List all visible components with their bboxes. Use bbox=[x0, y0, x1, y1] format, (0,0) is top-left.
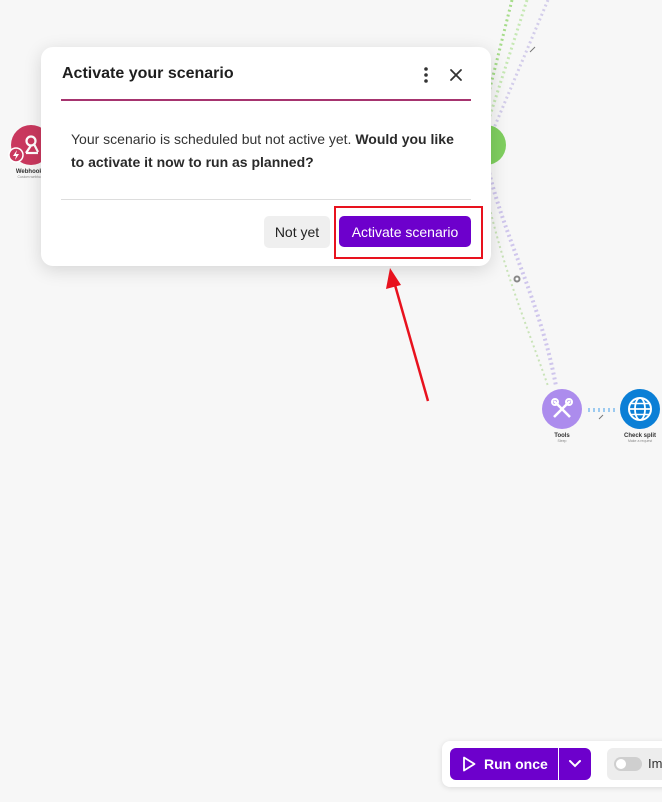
annotation-highlight-box bbox=[334, 206, 483, 259]
http-module-circle[interactable] bbox=[620, 389, 660, 429]
vertical-ellipsis-icon[interactable] bbox=[418, 66, 434, 84]
play-icon bbox=[462, 756, 476, 772]
dialog-divider bbox=[61, 199, 471, 200]
dialog-message-text: Your scenario is scheduled but not activ… bbox=[71, 131, 356, 147]
module-subtitle: Sleep bbox=[557, 439, 567, 443]
run-once-button[interactable]: Run once bbox=[450, 748, 558, 780]
dialog-title: Activate your scenario bbox=[62, 65, 234, 82]
immediately-label: Im bbox=[648, 756, 662, 771]
instant-trigger-icon bbox=[8, 147, 24, 163]
tools-icon bbox=[551, 398, 573, 418]
not-yet-button[interactable]: Not yet bbox=[264, 216, 330, 248]
check-split-module[interactable]: Check split Make a request bbox=[614, 389, 662, 443]
immediate-schedule-control: Im bbox=[607, 748, 662, 780]
tools-module[interactable]: Tools Sleep bbox=[536, 389, 588, 443]
route-tools-mark bbox=[598, 414, 604, 420]
module-subtitle: Make a request bbox=[627, 439, 653, 443]
run-options-dropdown[interactable] bbox=[559, 748, 591, 780]
dialog-accent-line bbox=[61, 99, 471, 101]
dialog-message: Your scenario is scheduled but not activ… bbox=[71, 128, 466, 174]
route-to-tools bbox=[486, 167, 558, 387]
close-icon[interactable] bbox=[447, 66, 465, 84]
toggle-knob bbox=[616, 759, 626, 769]
globe-icon bbox=[628, 397, 652, 421]
immediately-toggle[interactable] bbox=[614, 757, 642, 771]
run-once-label: Run once bbox=[484, 756, 548, 772]
route-green-2 bbox=[484, 0, 529, 129]
route-wrench-mark bbox=[529, 46, 536, 53]
run-toolbar: Run once Im bbox=[442, 741, 662, 787]
tools-module-circle[interactable] bbox=[542, 389, 582, 429]
chevron-down-icon bbox=[569, 760, 581, 768]
